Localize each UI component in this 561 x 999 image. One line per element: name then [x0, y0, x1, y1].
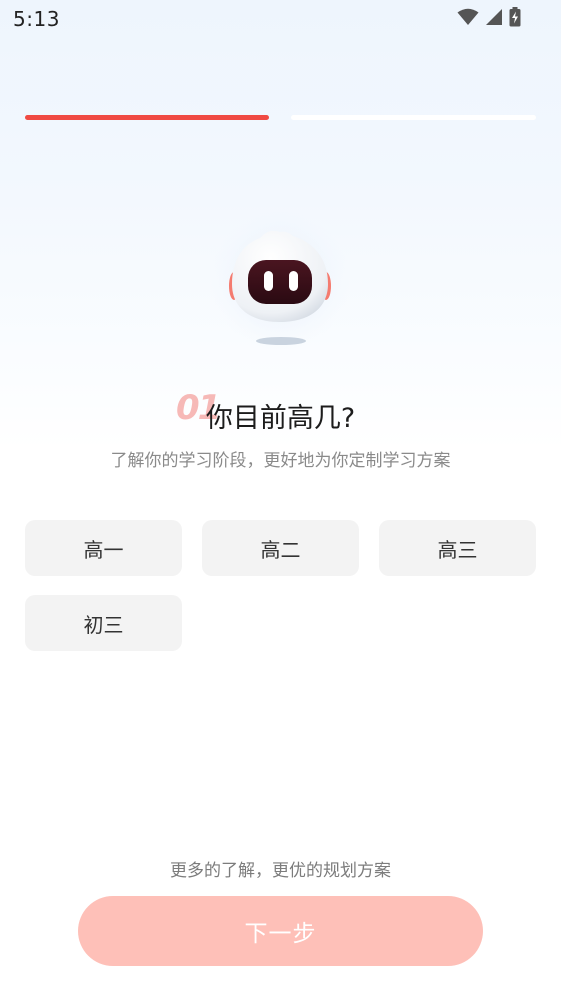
grade-selection-screen: 5:13 01 你目前高几? 了解你的学习阶段，更好地为你定制学习方案 高一 高…	[0, 0, 561, 999]
grade-option-chu-san[interactable]: 初三	[25, 595, 182, 651]
footer-hint: 更多的了解，更优的规划方案	[170, 861, 391, 881]
battery-charging-icon	[509, 7, 521, 31]
status-icons	[457, 7, 521, 31]
grade-option-gao-er[interactable]: 高二	[202, 520, 359, 576]
robot-mascot-icon	[205, 210, 355, 352]
step-progress	[25, 115, 536, 120]
question-header: 01 你目前高几?	[0, 388, 561, 438]
option-label: 高三	[437, 537, 478, 562]
wifi-icon	[457, 8, 479, 30]
question-subtitle: 了解你的学习阶段，更好地为你定制学习方案	[110, 451, 451, 471]
option-label: 高一	[83, 537, 124, 562]
question-title: 你目前高几?	[205, 403, 356, 434]
next-button-label: 下一步	[244, 921, 317, 947]
next-button[interactable]: 下一步	[78, 896, 483, 966]
option-label: 高二	[260, 537, 301, 562]
cellular-signal-icon	[485, 8, 503, 30]
grade-option-gao-yi[interactable]: 高一	[25, 520, 182, 576]
status-bar: 5:13	[0, 0, 561, 40]
grade-option-gao-san[interactable]: 高三	[379, 520, 536, 576]
status-time: 5:13	[13, 7, 60, 31]
progress-segment-completed	[25, 115, 269, 120]
option-label: 初三	[83, 612, 124, 637]
progress-segment-pending	[291, 115, 536, 120]
